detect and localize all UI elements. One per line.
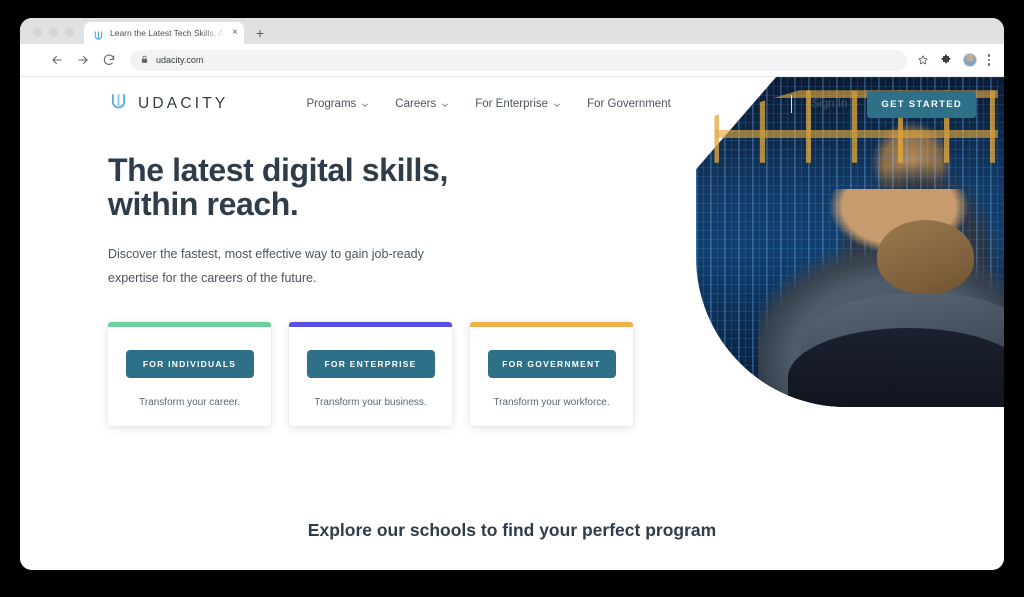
udacity-logo-icon (93, 28, 104, 40)
card-for-government[interactable]: FOR GOVERNMENT Transform your workforce. (470, 321, 633, 426)
nav-item-label: Careers (395, 98, 437, 110)
card-for-individuals[interactable]: FOR INDIVIDUALS Transform your career. (108, 321, 271, 426)
chevron-down-icon (441, 100, 449, 108)
star-icon[interactable] (917, 54, 929, 66)
nav-item-careers[interactable]: Careers (395, 98, 449, 110)
browser-tab[interactable]: Learn the Latest Tech Skills; A × (84, 22, 244, 44)
kebab-menu-icon[interactable] (987, 54, 990, 66)
nav-item-label: For Enterprise (475, 98, 549, 110)
card-caption: Transform your workforce. (493, 396, 610, 408)
site-navigation: UDACITY Programs Careers For Enterprise … (20, 77, 1004, 131)
card-caption: Transform your business. (314, 396, 427, 408)
forward-arrow-icon[interactable] (70, 47, 96, 73)
puzzle-icon[interactable] (940, 54, 952, 66)
reload-icon[interactable] (96, 47, 122, 73)
nav-divider (790, 95, 792, 113)
new-tab-button[interactable]: + (252, 26, 268, 40)
nav-item-label: For Government (587, 98, 671, 110)
nav-links: Programs Careers For Enterprise For Gove… (306, 98, 670, 110)
window-zoom-button[interactable] (65, 28, 74, 37)
toolbar-icon-group (917, 53, 993, 67)
nav-item-label: Programs (306, 98, 357, 110)
nav-item-for-government[interactable]: For Government (587, 98, 671, 110)
browser-window: Learn the Latest Tech Skills; A × + udac… (20, 18, 1004, 570)
for-enterprise-button[interactable]: FOR ENTERPRISE (306, 349, 435, 378)
window-close-button[interactable] (33, 28, 42, 37)
hero-subheadline: Discover the fastest, most effective way… (108, 247, 424, 285)
nav-item-for-enterprise[interactable]: For Enterprise (475, 98, 561, 110)
get-started-button[interactable]: GET STARTED (867, 90, 976, 118)
browser-tab-strip: Learn the Latest Tech Skills; A × + (20, 18, 1004, 44)
tab-close-icon[interactable]: × (232, 28, 238, 38)
web-page-viewport: UDACITY Programs Careers For Enterprise … (20, 77, 1004, 569)
site-logo-wordmark: UDACITY (138, 95, 229, 112)
chevron-down-icon (553, 100, 561, 108)
avatar-icon[interactable] (962, 53, 977, 67)
window-traffic-lights (20, 28, 84, 44)
nav-actions: Sign In GET STARTED (790, 90, 976, 118)
address-bar[interactable]: udacity.com (130, 49, 907, 71)
page-title: The latest digital skills, within reach. (108, 152, 448, 223)
explore-schools-heading: Explore our schools to find your perfect… (307, 520, 717, 540)
site-logo[interactable]: UDACITY (108, 91, 228, 117)
for-individuals-button[interactable]: FOR INDIVIDUALS (125, 349, 254, 378)
card-for-enterprise[interactable]: FOR ENTERPRISE Transform your business. (289, 321, 452, 426)
browser-toolbar: udacity.com (20, 44, 1004, 77)
for-government-button[interactable]: FOR GOVERNMENT (487, 349, 616, 378)
chevron-down-icon (361, 100, 369, 108)
nav-item-programs[interactable]: Programs (306, 98, 369, 110)
screenshot-stage: Learn the Latest Tech Skills; A × + udac… (0, 0, 1024, 597)
sign-in-link[interactable]: Sign In (812, 98, 848, 110)
lock-icon (140, 51, 149, 69)
back-arrow-icon[interactable] (44, 47, 70, 73)
hero-section: The latest digital skills, within reach.… (20, 131, 1004, 426)
browser-tab-title: Learn the Latest Tech Skills; A (110, 28, 224, 38)
card-caption: Transform your career. (139, 396, 240, 408)
address-bar-url: udacity.com (156, 55, 204, 65)
udacity-u-mark-icon (108, 91, 129, 117)
window-minimize-button[interactable] (49, 28, 58, 37)
audience-cards: FOR INDIVIDUALS Transform your career. F… (108, 321, 1004, 426)
